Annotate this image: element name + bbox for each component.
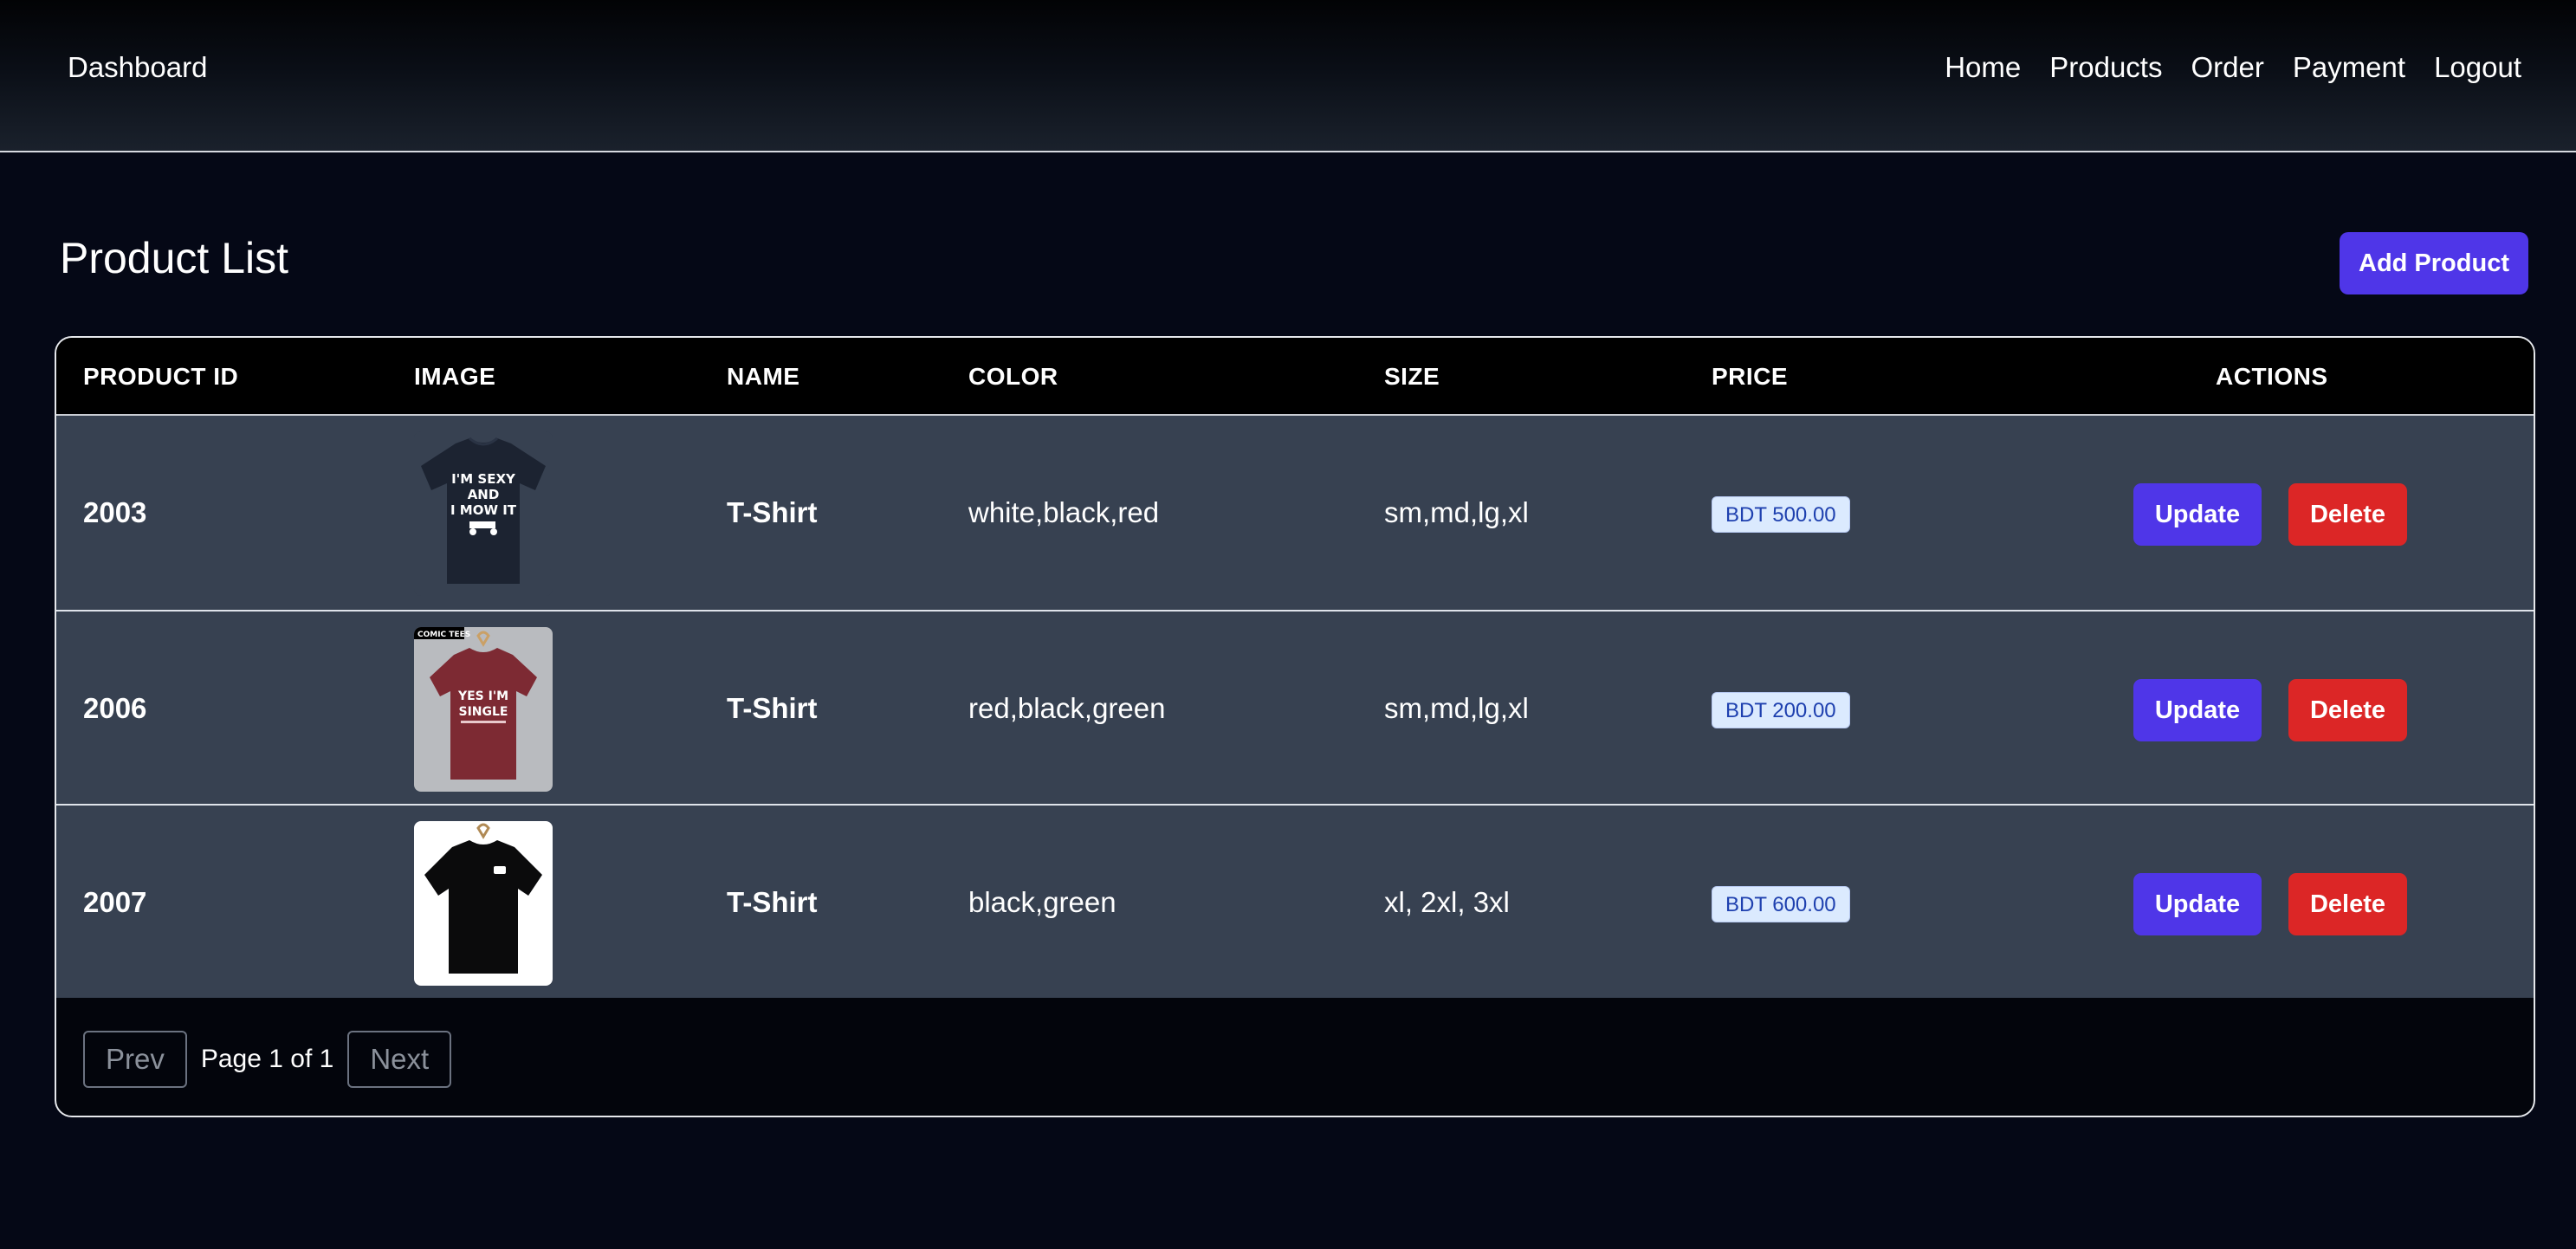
tshirt-print-text: I'M SEXY [451,471,516,487]
header-price: PRICE [1712,363,1789,390]
table-row: 2007 T-Shirt black,green xl, 2xl, 3xl BD… [56,804,2534,998]
nav-payment-link[interactable]: Payment [2293,49,2405,87]
top-navbar: Dashboard Home Products Order Payment Lo… [0,0,2576,152]
nav-home-link[interactable]: Home [1945,49,2021,87]
product-id: 2007 [83,886,147,918]
product-color: red,black,green [968,692,1166,724]
page-title: Product List [60,234,289,282]
next-page-button[interactable]: Next [347,1031,452,1088]
update-button[interactable]: Update [2133,483,2262,546]
product-size: xl, 2xl, 3xl [1384,886,1510,918]
product-color: white,black,red [968,496,1160,528]
product-size: sm,md,lg,xl [1384,496,1529,528]
svg-text:I MOW IT: I MOW IT [450,502,517,518]
tshirt-print-text: YES I'M [457,689,508,703]
delete-button[interactable]: Delete [2288,483,2407,546]
price-badge: BDT 200.00 [1712,692,1850,728]
table-row: 2006 COMIC TEES YES I'M SINGLE T-Shirt r… [56,610,2534,804]
header-product-id: PRODUCT ID [83,363,239,390]
header-color: COLOR [968,363,1058,390]
update-button[interactable]: Update [2133,873,2262,935]
table-header: PRODUCT ID IMAGE NAME COLOR SIZE PRICE A… [56,338,2534,416]
delete-button[interactable]: Delete [2288,679,2407,741]
product-table: PRODUCT ID IMAGE NAME COLOR SIZE PRICE A… [55,336,2535,1117]
product-color: black,green [968,886,1116,918]
nav-logout-link[interactable]: Logout [2434,49,2521,87]
delete-button[interactable]: Delete [2288,873,2407,935]
brand-dashboard-link[interactable]: Dashboard [68,49,207,87]
price-badge: BDT 600.00 [1712,886,1850,922]
page-indicator: Page 1 of 1 [200,1045,334,1073]
header-image: IMAGE [414,363,496,390]
product-id: 2006 [83,692,147,724]
price-badge: BDT 500.00 [1712,496,1850,533]
product-size: sm,md,lg,xl [1384,692,1529,724]
header-size: SIZE [1384,363,1440,390]
product-name: T-Shirt [727,886,818,918]
prev-page-button[interactable]: Prev [83,1031,187,1088]
update-button[interactable]: Update [2133,679,2262,741]
table-row: 2003 I'M SEXY AND I MOW IT T-Shirt white… [56,416,2534,610]
svg-text:COMIC TEES: COMIC TEES [417,631,470,639]
add-product-button[interactable]: Add Product [2340,232,2528,294]
nav-links: Home Products Order Payment Logout [1945,49,2521,87]
pagination: Prev Page 1 of 1 Next [83,1031,452,1088]
navy-tshirt-image: I'M SEXY AND I MOW IT [414,431,553,596]
nav-products-link[interactable]: Products [2049,49,2162,87]
nav-order-link[interactable]: Order [2191,49,2263,87]
svg-text:AND: AND [468,487,500,502]
maroon-tshirt-image: COMIC TEES YES I'M SINGLE [414,627,553,792]
product-id: 2003 [83,496,147,528]
header-name: NAME [727,363,800,390]
black-tshirt-image [414,821,553,986]
header-actions: ACTIONS [2216,363,2328,390]
svg-text:SINGLE: SINGLE [459,705,508,719]
product-name: T-Shirt [727,692,818,724]
product-name: T-Shirt [727,496,818,528]
